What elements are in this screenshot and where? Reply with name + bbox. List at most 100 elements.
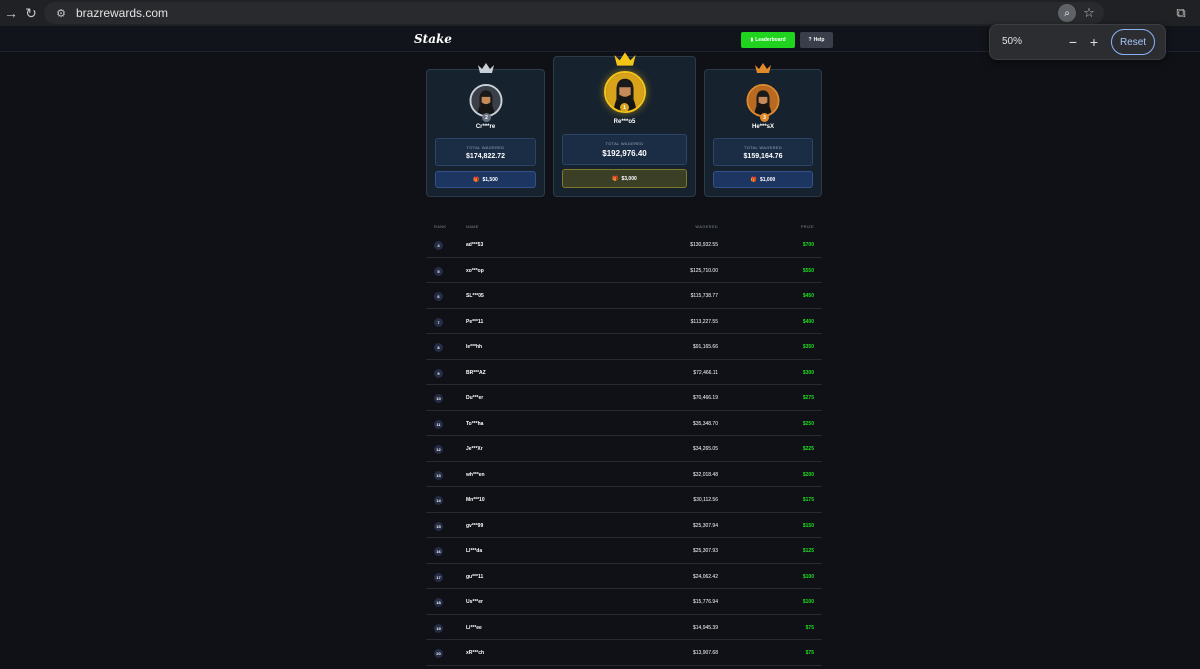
gift-icon: 🎁 [750, 176, 757, 183]
player-name: Re***o5 [613, 119, 636, 125]
rank-badge: 11 [434, 419, 443, 429]
rank-badge: 6 [434, 292, 443, 301]
prize-value: $350 [802, 344, 814, 350]
player-name: ad***53 [466, 242, 484, 248]
rank-badge: 18 [434, 598, 443, 607]
leaderboard-button[interactable]: ▮ Leaderboard [741, 32, 795, 48]
leaderboard-table: RANK NAME WAGERED PRIZE 4 ad***53 $130,932… [426, 222, 822, 666]
wagered-value: $72,466.11 [693, 369, 718, 376]
table-row: 19 Li***ee $14,945.39 $75 [426, 615, 822, 640]
browser-toolbar: → ↻ ⚙ brazrewards.com ⌕ ☆ ⧉ [0, 0, 1200, 26]
player-name: SL***05 [466, 293, 484, 299]
total-wagered-box: TOTAL WAGERED $159,164.76 [713, 138, 813, 166]
wagered-value: $115,738.77 [690, 293, 718, 299]
player-name: gv***99 [466, 522, 484, 529]
player-name: To***ha [466, 420, 484, 427]
wagered-value: $25,307.93 [692, 548, 718, 554]
prize-value: $200 [802, 471, 814, 478]
address-bar[interactable]: ⚙ brazrewards.com ⌕ ☆ [44, 2, 1104, 24]
prize-button: 🎁 $1,000 [713, 171, 813, 188]
total-wagered-label: TOTAL WAGERED [466, 145, 505, 150]
wagered-value: $15,776.94 [692, 599, 718, 605]
star-icon[interactable]: ☆ [1080, 4, 1098, 22]
column-rank: RANK [434, 224, 447, 229]
prize-value: $700 [802, 242, 814, 248]
wagered-value: $25,307.94 [692, 522, 718, 529]
rank-badge: 7 [434, 317, 443, 327]
table-row: 9 BR***AZ $72,466.11 $300 [426, 360, 822, 385]
player-name: Li***ee [466, 624, 482, 631]
rank-badge: 16 [434, 547, 443, 556]
column-prize: PRIZE [800, 224, 814, 229]
podium-card-second: 2 Cr***re TOTAL WAGERED $174,822.72 🎁 $1… [426, 63, 545, 197]
prize-value: $75 [805, 650, 814, 656]
prize-value: $125 [802, 548, 814, 554]
player-name: Pe***11 [466, 318, 484, 325]
wagered-value: $24,062.42 [692, 573, 718, 580]
rank-badge: 1 [620, 103, 629, 112]
rank-badge: 19 [434, 623, 443, 633]
prize-amount: $1,500 [482, 176, 498, 183]
zoom-reset-button[interactable]: Reset [1111, 29, 1155, 55]
table-row: 8 le***hh $91,165.66 $350 [426, 334, 822, 360]
player-name: Ll***da [466, 548, 483, 554]
column-name: NAME [466, 224, 479, 229]
table-row: 17 gu***11 $24,062.42 $100 [426, 564, 822, 589]
total-wagered-value: $174,822.72 [466, 153, 505, 160]
player-name: Je***Xr [466, 446, 483, 452]
prize-value: $275 [802, 395, 814, 401]
extensions-icon[interactable]: ⧉ [1172, 4, 1190, 22]
magnifier-icon[interactable]: ⌕ [1058, 4, 1076, 22]
reload-icon[interactable]: ↻ [20, 2, 42, 24]
crown-icon [613, 52, 636, 66]
table-row: 20 xR***ch $13,907.68 $75 [426, 640, 822, 666]
prize-value: $300 [802, 369, 814, 376]
zoom-popup: 50% − + Reset [989, 24, 1166, 60]
prize-amount: $3,000 [621, 175, 637, 182]
wagered-value: $125,710.00 [690, 267, 718, 274]
rank-badge: 8 [434, 343, 443, 352]
prize-value: $100 [802, 573, 814, 580]
zoom-in-button[interactable]: + [1087, 31, 1101, 53]
rank-badge: 2 [482, 113, 491, 122]
rank-badge: 12 [434, 445, 443, 454]
prize-value: $250 [802, 420, 814, 427]
player-name: gu***11 [466, 573, 484, 580]
rank-badge: 14 [434, 496, 443, 505]
forward-icon[interactable]: → [0, 2, 22, 24]
table-row: 6 SL***05 $115,738.77 $450 [426, 283, 822, 309]
table-row: 10 Du***er $70,466.19 $275 [426, 385, 822, 411]
table-row: 14 Mn***10 $30,112.56 $175 [426, 487, 822, 513]
table-header: RANK NAME WAGERED PRIZE [426, 222, 822, 232]
table-body: 4 ad***53 $130,932.55 $700 5 xo***op $125,710.… [426, 232, 822, 666]
prize-value: $550 [802, 267, 814, 274]
crown-icon [477, 63, 494, 73]
prize-button: 🎁 $3,000 [562, 169, 687, 188]
prize-value: $75 [805, 624, 814, 631]
help-circle-icon: ? [808, 37, 812, 43]
rank-badge: 5 [434, 266, 443, 276]
rank-badge: 9 [434, 368, 443, 378]
total-wagered-box: TOTAL WAGERED $174,822.72 [435, 138, 536, 166]
gift-icon: 🎁 [612, 175, 619, 182]
wagered-value: $30,112.56 [693, 497, 718, 503]
site-info-icon[interactable]: ⚙ [54, 6, 68, 20]
crown-icon [755, 63, 771, 73]
rank-badge: 15 [434, 521, 443, 531]
prize-button: 🎁 $1,500 [435, 171, 536, 188]
table-row: 13 wh***en $32,018.48 $200 [426, 462, 822, 487]
stake-logo[interactable]: Stake [414, 32, 452, 46]
wagered-value: $14,945.39 [692, 624, 718, 631]
table-row: 5 xo***op $125,710.00 $550 [426, 258, 822, 283]
player-name: Cr***re [475, 124, 496, 130]
prize-value: $100 [802, 599, 814, 605]
player-name: xR***ch [466, 650, 485, 656]
table-row: 18 Us***er $15,776.94 $100 [426, 589, 822, 615]
total-wagered-box: TOTAL WAGERED $192,976.40 [562, 134, 687, 165]
table-row: 4 ad***53 $130,932.55 $700 [426, 232, 822, 258]
help-button[interactable]: ? Help [800, 32, 833, 48]
zoom-out-button[interactable]: − [1066, 31, 1080, 53]
prize-value: $175 [802, 497, 814, 503]
rank-badge: 17 [434, 572, 443, 582]
prize-value: $400 [802, 318, 814, 325]
